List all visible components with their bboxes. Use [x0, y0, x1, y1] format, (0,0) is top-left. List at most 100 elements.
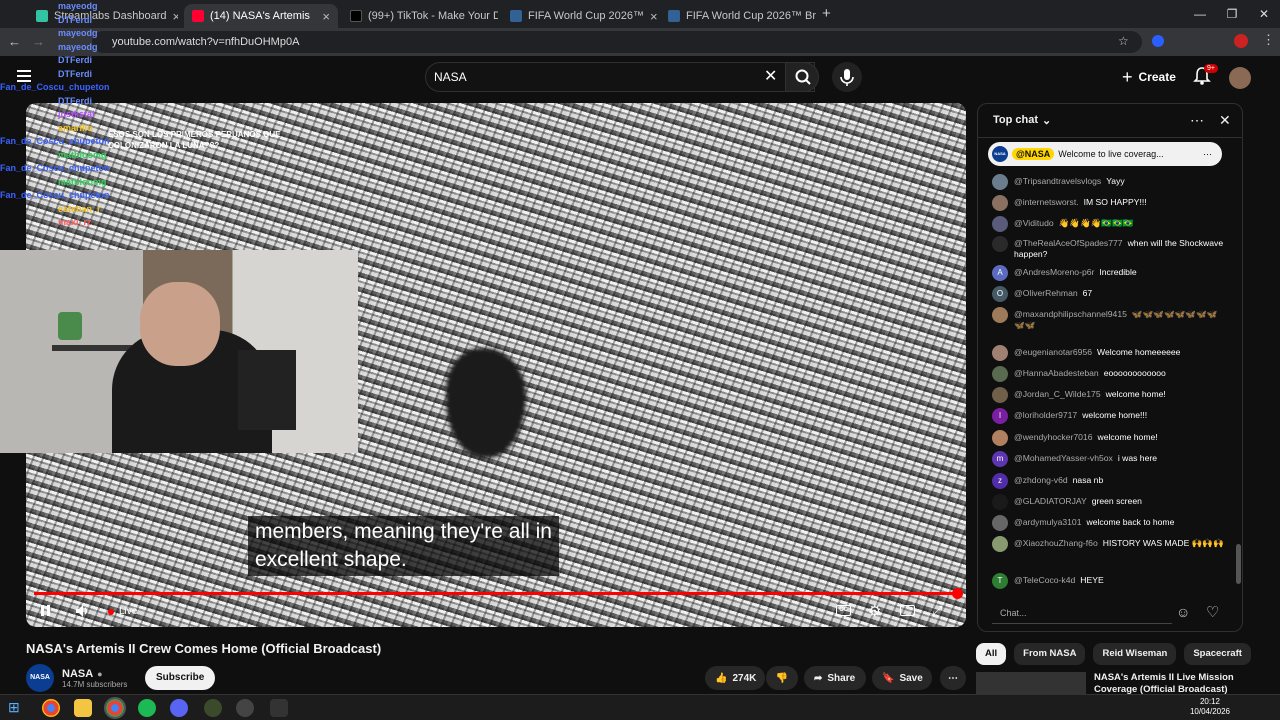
minimize-icon[interactable]: — [1184, 0, 1216, 28]
heart-icon[interactable]: ♡ [1206, 603, 1219, 621]
profile-avatar[interactable] [1234, 34, 1248, 48]
system-clock[interactable]: 20:12 10/04/2026 [1190, 697, 1230, 717]
close-tab-icon[interactable]: × [322, 9, 330, 24]
chat-message[interactable]: @internetsworst. IM SO HAPPY!!! [992, 195, 1227, 211]
like-button[interactable]: 👍 274K [705, 666, 765, 690]
new-tab-icon[interactable]: + [822, 5, 831, 22]
chat-message[interactable]: @maxandphilipschannel9415 🦋🦋🦋🦋🦋🦋🦋🦋🦋🦋 [992, 307, 1227, 331]
voice-search-button[interactable] [832, 62, 862, 92]
search-button[interactable] [785, 62, 819, 92]
file-explorer-icon[interactable] [74, 699, 92, 717]
tab-fifa[interactable]: FIFA World Cup 2026™ × [502, 4, 658, 28]
chat-author-name[interactable]: @eugenianotar6956 [1014, 347, 1092, 357]
captions-icon[interactable]: CC [836, 605, 851, 616]
chat-author-name[interactable]: @XiaozhouZhang-f6o [1014, 538, 1098, 548]
extension-icon[interactable] [1152, 35, 1164, 47]
chat-author-name[interactable]: @maxandphilipschannel9415 [1014, 309, 1127, 319]
live-indicator[interactable]: Live [108, 606, 137, 617]
create-button[interactable]: + Create [1122, 64, 1176, 90]
app-icon[interactable] [270, 699, 288, 717]
obs-icon[interactable] [236, 699, 254, 717]
tab-fifa-bracket[interactable]: FIFA World Cup 2026™ Bracket × [660, 4, 816, 28]
chat-author-name[interactable]: @loriholder9717 [1014, 410, 1077, 420]
chrome-active-icon[interactable] [104, 697, 126, 719]
chat-message[interactable]: @XiaozhouZhang-f6o HISTORY WAS MADE 🙌🙌🙌 [992, 536, 1227, 552]
restore-icon[interactable]: ❐ [1216, 0, 1248, 28]
chip-all[interactable]: All [976, 643, 1007, 665]
pause-icon[interactable] [41, 605, 50, 616]
pinned-more-icon[interactable]: ⋯ [1203, 149, 1212, 160]
chip-from-nasa[interactable]: From NASA [1014, 643, 1086, 665]
chat-message[interactable]: @GLADIATORJAY green screen [992, 494, 1227, 510]
spotify-icon[interactable] [138, 699, 156, 717]
volume-icon[interactable] [74, 603, 90, 619]
close-window-icon[interactable]: ✕ [1248, 0, 1280, 28]
close-tab-icon[interactable]: × [650, 9, 658, 24]
close-chat-icon[interactable]: ✕ [1219, 112, 1231, 129]
miniplayer-icon[interactable] [900, 605, 915, 616]
chat-mode-dropdown[interactable]: Top chat ⌄ [993, 114, 1051, 127]
chat-message[interactable]: @eugenianotar6956 Welcome homeeeeee [992, 345, 1227, 361]
chat-message[interactable]: @Jordan_C_Wilde175 welcome home! [992, 387, 1227, 403]
chat-message[interactable]: @HannaAbadesteban eoooooooooooo [992, 366, 1227, 382]
emoji-icon[interactable]: ☺ [1176, 604, 1190, 620]
chat-author-name[interactable]: @Viditudo [1014, 218, 1054, 228]
app-icon[interactable] [204, 699, 222, 717]
chat-author-name[interactable]: @HannaAbadesteban [1014, 368, 1099, 378]
chat-author-name[interactable]: @AndresMoreno-p6r [1014, 267, 1094, 277]
chat-message[interactable]: z @zhdong-v6d nasa nb [992, 473, 1227, 489]
chat-scrollbar[interactable] [1236, 544, 1241, 584]
channel-name[interactable]: NASA [62, 668, 93, 680]
chat-author-name[interactable]: @ardymulya3101 [1014, 517, 1081, 527]
chat-author-name[interactable]: @TheRealAceOfSpades777 [1014, 238, 1123, 248]
discord-icon[interactable] [170, 699, 188, 717]
chat-more-icon[interactable]: ⋯ [1190, 112, 1204, 129]
chat-message[interactable]: l @loriholder9717 welcome home!!! [992, 408, 1227, 424]
chrome-icon[interactable] [42, 699, 60, 717]
browser-menu-icon[interactable]: ⋮ [1262, 32, 1275, 48]
chat-author-name[interactable]: @Tripsandtravelsvlogs [1014, 176, 1101, 186]
notifications-button[interactable]: 9+ [1192, 64, 1218, 86]
bookmark-star-icon[interactable]: ☆ [1118, 34, 1129, 48]
plus-icon: + [1122, 66, 1133, 87]
chat-author-name[interactable]: @Jordan_C_Wilde175 [1014, 389, 1101, 399]
chat-message[interactable]: m @MohamedYasser-vh5ox i was here [992, 451, 1227, 467]
chat-message[interactable]: @wendyhocker7016 welcome home! [992, 430, 1227, 446]
chip-spacecraft[interactable]: Spacecraft [1184, 643, 1251, 665]
tab-youtube[interactable]: (14) NASA's Artemis II Crew Com × [184, 4, 338, 28]
chat-author-name[interactable]: @TeleCoco-k4d [1014, 575, 1075, 585]
settings-gear-icon[interactable]: ⚙ [868, 602, 881, 620]
more-actions-icon[interactable]: ⋯ [940, 666, 966, 690]
dislike-button[interactable]: 👎 [766, 666, 798, 690]
search-input[interactable]: NASA [425, 62, 815, 92]
chat-message[interactable]: @ardymulya3101 welcome back to home [992, 515, 1227, 531]
share-button[interactable]: ➦ Share [804, 666, 866, 690]
chat-message[interactable]: @Viditudo 👋👋👋👋🇧🇷🇧🇷🇧🇷 [992, 216, 1227, 232]
up-next-item[interactable]: NASA's Artemis II Live Mission Coverage … [976, 672, 1236, 694]
url-field[interactable]: youtube.com/watch?v=nfhDuOHMp0A [92, 31, 1142, 53]
chat-message[interactable]: T @TeleCoco-k4d HEYE [992, 573, 1227, 589]
chat-message[interactable]: @TheRealAceOfSpades777 when will the Shoc… [992, 236, 1227, 260]
channel-avatar[interactable]: NASA [26, 664, 54, 692]
pinned-message[interactable]: NASA @NASA Welcome to live coverag... ⋯ [988, 142, 1222, 166]
chat-author-name[interactable]: @zhdong-v6d [1014, 475, 1068, 485]
tab-tiktok[interactable]: (99+) TikTok - Make Your Day × [342, 4, 498, 28]
chat-input[interactable]: Chat... [992, 602, 1172, 624]
chat-message[interactable]: A @AndresMoreno-p6r Incredible [992, 265, 1227, 281]
chat-author-name[interactable]: @wendyhocker7016 [1014, 432, 1092, 442]
fullscreen-icon[interactable]: ⤢ [932, 603, 942, 619]
progress-bar[interactable] [34, 588, 963, 599]
chat-message[interactable]: O @OliverRehman 67 [992, 286, 1227, 302]
chat-author-name[interactable]: @GLADIATORJAY [1014, 496, 1087, 506]
save-button[interactable]: 🔖 Save [872, 666, 932, 690]
chip-reid-wiseman[interactable]: Reid Wiseman [1093, 643, 1177, 665]
chat-author-name[interactable]: @MohamedYasser-vh5ox [1014, 453, 1113, 463]
windows-start-icon[interactable]: ⊞ [8, 699, 26, 717]
close-tab-icon[interactable]: × [173, 9, 178, 24]
account-avatar[interactable] [1229, 67, 1251, 89]
subscribe-button[interactable]: Subscribe [145, 666, 216, 690]
chat-author-name[interactable]: @internetsworst. [1014, 197, 1079, 207]
clear-search-icon[interactable]: ✕ [764, 66, 777, 86]
chat-message[interactable]: @Tripsandtravelsvlogs Yayy [992, 174, 1227, 190]
chat-author-name[interactable]: @OliverRehman [1014, 288, 1078, 298]
